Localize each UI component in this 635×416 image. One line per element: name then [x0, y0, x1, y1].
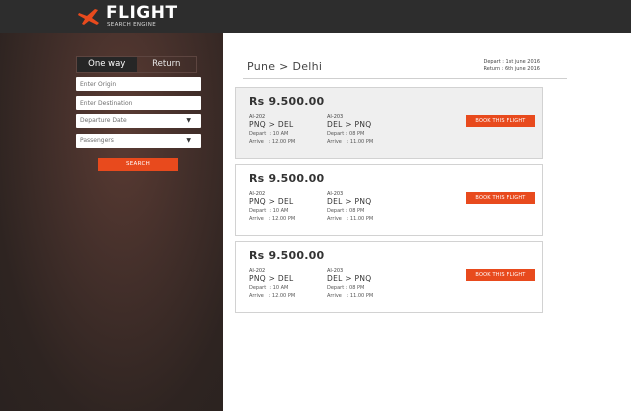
route-title: Pune > Delhi — [247, 60, 323, 73]
book-flight-button[interactable]: BOOK THIS FLIGHT — [466, 192, 535, 204]
results-panel: Pune > Delhi Depart : 1st june 2016 Retu… — [223, 33, 631, 411]
depart-time: Depart : 10 AM — [249, 208, 289, 214]
return-leg: AI-203 DEL > PNQ Depart : 08 PM Arrive :… — [327, 114, 373, 146]
page-edge — [0, 411, 635, 416]
airplane-icon — [78, 9, 99, 25]
logo-title: FLIGHT — [106, 3, 178, 23]
departure-date-label: Departure Date — [80, 117, 127, 124]
origin-input[interactable] — [80, 77, 201, 91]
depart-time: Depart : 10 AM — [249, 131, 289, 137]
route-code: PNQ > DEL — [249, 197, 294, 206]
arrive-time: Arrive : 12.00 PM — [249, 139, 296, 145]
route-code: DEL > PNQ — [327, 274, 372, 283]
book-flight-button[interactable]: BOOK THIS FLIGHT — [466, 269, 535, 281]
arrive-time: Arrive : 12.00 PM — [249, 293, 296, 299]
price: Rs 9.500.00 — [249, 95, 325, 108]
arrive-time: Arrive : 11.00 PM — [327, 216, 374, 222]
outbound-leg: AI-202 PNQ > DEL Depart : 10 AM Arrive :… — [249, 191, 295, 223]
tab-return[interactable]: Return — [137, 57, 197, 72]
depart-time: Depart : 08 PM — [327, 285, 365, 291]
logo-subtitle: SEARCH ENGINE — [107, 22, 156, 28]
divider — [243, 78, 567, 79]
chevron-down-icon: ▼ — [186, 117, 191, 124]
tab-one-way[interactable]: One way — [77, 57, 137, 72]
search-button[interactable]: SEARCH — [98, 158, 178, 171]
passengers-select[interactable]: Passengers ▼ — [76, 134, 201, 148]
top-bar: FLIGHT SEARCH ENGINE — [0, 0, 631, 33]
return-date: Return : 6th june 2016 — [483, 66, 540, 72]
price: Rs 9.500.00 — [249, 172, 325, 185]
trip-type-toggle: One way Return — [76, 56, 197, 73]
outbound-leg: AI-202 PNQ > DEL Depart : 10 AM Arrive :… — [249, 268, 295, 300]
chevron-down-icon: ▼ — [186, 137, 191, 144]
arrive-time: Arrive : 11.00 PM — [327, 293, 374, 299]
passengers-label: Passengers — [80, 137, 114, 144]
destination-field[interactable] — [76, 96, 201, 110]
route-code: DEL > PNQ — [327, 197, 372, 206]
outbound-leg: AI-202 PNQ > DEL Depart : 10 AM Arrive :… — [249, 114, 295, 146]
arrive-time: Arrive : 11.00 PM — [327, 139, 374, 145]
depart-time: Depart : 10 AM — [249, 285, 289, 291]
origin-field[interactable] — [76, 77, 201, 91]
search-sidebar: One way Return Departure Date ▼ Passenge… — [0, 33, 223, 411]
arrive-time: Arrive : 12.00 PM — [249, 216, 296, 222]
destination-input[interactable] — [80, 96, 201, 110]
book-flight-button[interactable]: BOOK THIS FLIGHT — [466, 115, 535, 127]
flight-card: Rs 9.500.00 AI-202 PNQ > DEL Depart : 10… — [235, 164, 543, 236]
route-code: PNQ > DEL — [249, 120, 294, 129]
flight-card: Rs 9.500.00 AI-202 PNQ > DEL Depart : 10… — [235, 241, 543, 313]
trip-dates: Depart : 1st june 2016 Return : 6th june… — [484, 59, 541, 73]
return-leg: AI-203 DEL > PNQ Depart : 08 PM Arrive :… — [327, 191, 373, 223]
route-code: DEL > PNQ — [327, 120, 372, 129]
return-leg: AI-203 DEL > PNQ Depart : 08 PM Arrive :… — [327, 268, 373, 300]
depart-time: Depart : 08 PM — [327, 131, 365, 137]
depart-time: Depart : 08 PM — [327, 208, 365, 214]
price: Rs 9.500.00 — [249, 249, 325, 262]
page-edge — [631, 0, 635, 416]
route-code: PNQ > DEL — [249, 274, 294, 283]
flight-card: Rs 9.500.00 AI-202 PNQ > DEL Depart : 10… — [235, 87, 543, 159]
departure-date-select[interactable]: Departure Date ▼ — [76, 114, 201, 128]
depart-date: Depart : 1st june 2016 — [483, 59, 541, 65]
